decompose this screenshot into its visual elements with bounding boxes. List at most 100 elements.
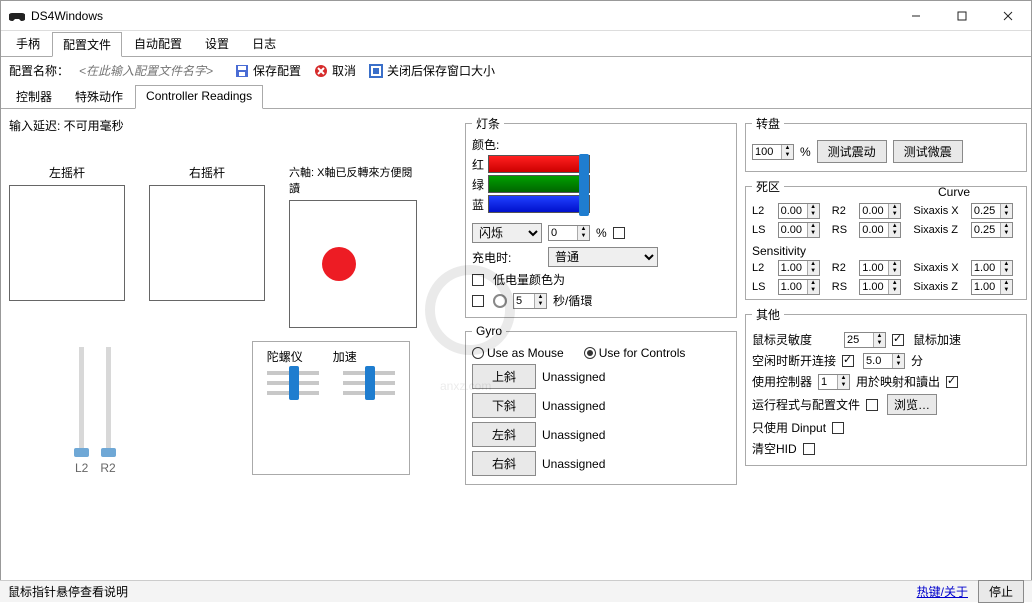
curve-label: Curve — [752, 185, 970, 199]
dz-l2-input[interactable]: ▲▼ — [778, 203, 820, 219]
left-stick-display — [9, 185, 125, 301]
for-mapping-check[interactable] — [946, 376, 958, 388]
red-slider[interactable] — [488, 155, 590, 173]
status-bar: 鼠标指针悬停查看说明 热键/关于 停止 — [0, 580, 1032, 602]
gyro-accel-row-3 — [267, 391, 395, 395]
charging-mode-select[interactable]: 普通 — [548, 247, 658, 267]
mouse-sens-label: 鼠标灵敏度 — [752, 331, 838, 348]
tab-settings[interactable]: 设置 — [194, 31, 240, 56]
other-legend: 其他 — [752, 306, 784, 323]
mouse-sens-input[interactable]: ▲▼ — [844, 332, 886, 348]
save-icon — [234, 63, 250, 79]
gyro-use-controls-radio[interactable]: Use for Controls — [584, 346, 686, 360]
maximize-button[interactable] — [939, 1, 985, 31]
sixaxis-display — [289, 200, 417, 328]
tab-controllers[interactable]: 手柄 — [5, 31, 51, 56]
deadzone-legend: 死区 — [752, 178, 784, 195]
sixaxis-dot — [322, 247, 356, 281]
gyro-tilt-right-button[interactable]: 右斜 — [472, 451, 536, 476]
profile-toolbar: 配置名称： 保存配置 取消 关闭后保存窗口大小 — [1, 57, 1031, 84]
flash-mode-select[interactable]: 闪烁 — [472, 223, 542, 243]
sec-loop-label: 秒/循環 — [553, 292, 592, 309]
window-size-icon — [368, 63, 384, 79]
green-slider[interactable] — [488, 175, 590, 193]
dz-rs-input[interactable]: ▲▼ — [859, 222, 901, 238]
sens-sixaxis-z-input[interactable]: ▲▼ — [971, 279, 1013, 295]
l2-trigger-slider: L2 — [75, 347, 88, 475]
keep-window-size-button[interactable]: 关闭后保存窗口大小 — [365, 61, 498, 80]
rainbow-icon — [493, 294, 507, 308]
gyro-use-mouse-radio[interactable]: Use as Mouse — [472, 346, 564, 360]
rainbow-check[interactable] — [472, 295, 484, 307]
rumble-legend: 转盘 — [752, 115, 784, 132]
flush-hid-check[interactable] — [803, 443, 815, 455]
tab-log[interactable]: 日志 — [241, 31, 287, 56]
low-battery-color-label: 低电量颜色为 — [493, 271, 565, 288]
profile-name-input[interactable] — [75, 62, 225, 80]
lightbar-group: 灯条 颜色: 红 绿 蓝 闪烁 ▲▼ % 充电时: 普通 低电量颜色为 — [465, 115, 737, 318]
app-icon — [9, 8, 25, 24]
input-delay-label: 输入延迟: 不可用毫秒 — [9, 117, 453, 134]
launch-program-label: 运行程式与配置文件 — [752, 396, 860, 413]
gyro-tilt-down-button[interactable]: 下斜 — [472, 393, 536, 418]
mouse-accel-check[interactable] — [892, 334, 904, 346]
sens-ls-input[interactable]: ▲▼ — [778, 279, 820, 295]
sens-r2-input[interactable]: ▲▼ — [859, 260, 901, 276]
gyro-accel-row-1 — [267, 371, 395, 375]
right-stick-label: 右摇杆 — [149, 164, 265, 181]
titlebar: DS4Windows — [1, 1, 1031, 31]
dz-sixaxis-z-input[interactable]: ▲▼ — [971, 222, 1013, 238]
idle-minutes-input[interactable]: ▲▼ — [863, 353, 905, 369]
gyro-tilt-up-button[interactable]: 上斜 — [472, 364, 536, 389]
idle-disconnect-label: 空闲时断开连接 — [752, 352, 836, 369]
test-light-rumble-button[interactable]: 测试微震 — [893, 140, 963, 163]
low-battery-color-check[interactable] — [472, 274, 484, 286]
accel-col-label: 加速 — [333, 348, 357, 365]
stop-button[interactable]: 停止 — [978, 580, 1024, 603]
rainbow-seconds-input[interactable]: ▲▼ — [513, 293, 547, 309]
subtab-controller-readings[interactable]: Controller Readings — [135, 85, 263, 109]
rumble-boost-input[interactable]: ▲▼ — [752, 144, 794, 160]
gyro-group: Gyro Use as Mouse Use for Controls 上斜Una… — [465, 324, 737, 485]
deadzone-group: 死区 Curve L2▲▼ R2▲▼ Sixaxis X▲▼ LS▲▼ RS▲▼… — [745, 178, 1027, 300]
rumble-group: 转盘 ▲▼ % 测试震动 测试微震 — [745, 115, 1027, 172]
gyro-legend: Gyro — [472, 324, 506, 338]
flash-color-check[interactable] — [613, 227, 625, 239]
sens-rs-input[interactable]: ▲▼ — [859, 279, 901, 295]
other-group: 其他 鼠标灵敏度 ▲▼ 鼠标加速 空闲时断开连接 ▲▼ 分 使用控制器 ▲▼ 用… — [745, 306, 1027, 466]
sens-l2-input[interactable]: ▲▼ — [778, 260, 820, 276]
main-tabs: 手柄 配置文件 自动配置 设置 日志 — [1, 31, 1031, 57]
sixaxis-label: 六軸: X軸已反轉來方便閱讀 — [289, 164, 417, 196]
tab-autoprofiles[interactable]: 自动配置 — [123, 31, 193, 56]
subtab-special-actions[interactable]: 特殊动作 — [64, 84, 134, 108]
dz-r2-input[interactable]: ▲▼ — [859, 203, 901, 219]
cancel-button[interactable]: 取消 — [310, 61, 359, 80]
launch-program-check[interactable] — [866, 399, 878, 411]
hotkeys-about-link[interactable]: 热键/关于 — [917, 583, 968, 600]
dz-ls-input[interactable]: ▲▼ — [778, 222, 820, 238]
right-stick-display — [149, 185, 265, 301]
minimize-button[interactable] — [893, 1, 939, 31]
blue-slider[interactable] — [488, 195, 590, 213]
profile-subtabs: 控制器 特殊动作 Controller Readings — [1, 84, 1031, 109]
dinput-only-label: 只使用 Dinput — [752, 419, 826, 436]
lightbar-color-label: 颜色: — [472, 136, 730, 153]
gyro-tilt-left-button[interactable]: 左斜 — [472, 422, 536, 447]
controller-readings-panel: 输入延迟: 不可用毫秒 左摇杆 右摇杆 六軸: X軸已反轉來方便閱讀 — [1, 109, 461, 591]
sensitivity-label: Sensitivity — [752, 244, 1020, 258]
use-controller-input[interactable]: ▲▼ — [818, 374, 850, 390]
save-profile-button[interactable]: 保存配置 — [231, 61, 304, 80]
flash-at-input[interactable]: ▲▼ — [548, 225, 590, 241]
cancel-icon — [313, 63, 329, 79]
idle-disconnect-check[interactable] — [842, 355, 854, 367]
test-heavy-rumble-button[interactable]: 测试震动 — [817, 140, 887, 163]
gyro-accel-row-2 — [267, 381, 395, 385]
sens-sixaxis-x-input[interactable]: ▲▼ — [971, 260, 1013, 276]
subtab-controls[interactable]: 控制器 — [5, 84, 63, 108]
browse-button[interactable]: 浏览… — [887, 394, 937, 415]
close-button[interactable] — [985, 1, 1031, 31]
r2-trigger-slider: R2 — [100, 347, 115, 475]
tab-profiles[interactable]: 配置文件 — [52, 32, 122, 57]
dinput-only-check[interactable] — [832, 422, 844, 434]
dz-sixaxis-x-input[interactable]: ▲▼ — [971, 203, 1013, 219]
